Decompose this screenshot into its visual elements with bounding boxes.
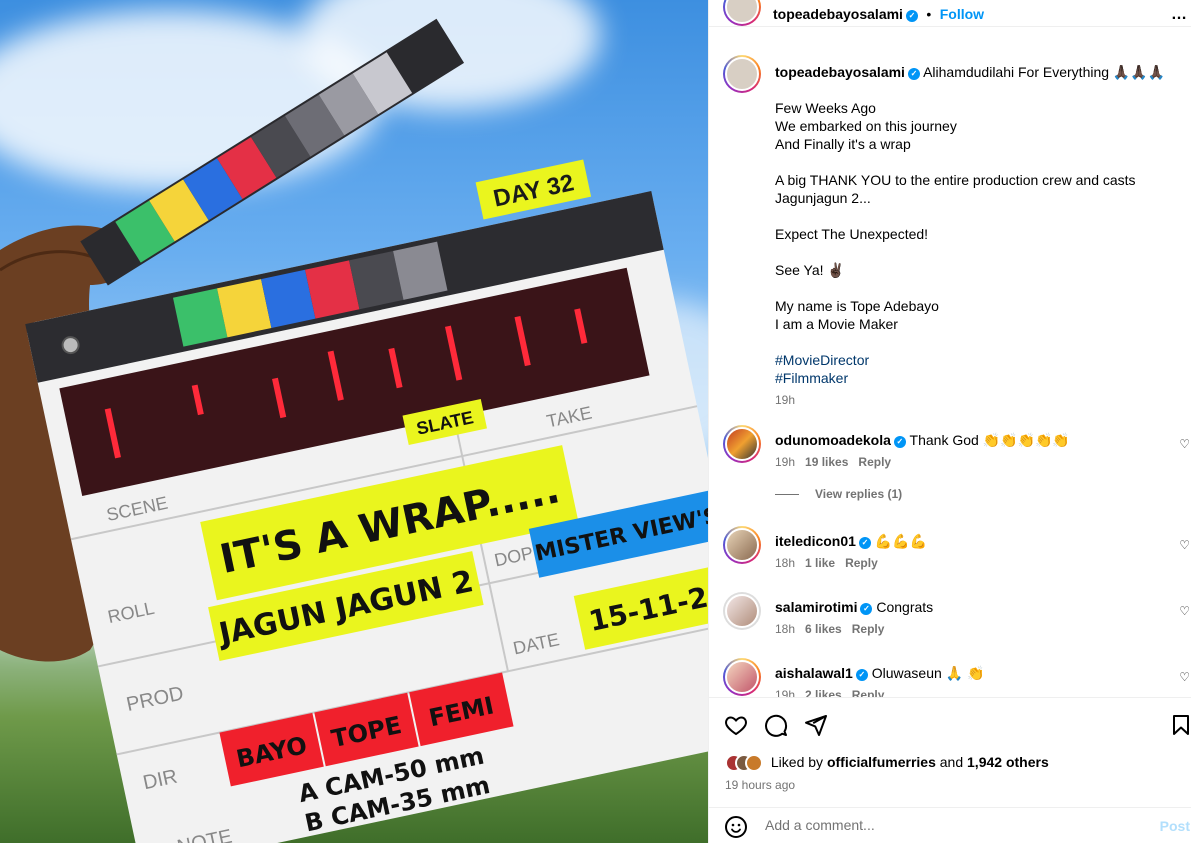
comment-like-heart-icon[interactable]: ♡: [1179, 437, 1190, 451]
hashtag-link[interactable]: #Filmmaker: [775, 369, 1185, 387]
reply-button[interactable]: Reply: [852, 688, 885, 697]
verified-badge-icon: ✓: [860, 603, 873, 615]
follow-button[interactable]: Follow: [940, 6, 984, 22]
comment-likes[interactable]: 6 likes: [805, 622, 842, 636]
share-send-icon[interactable]: [803, 712, 829, 738]
comment-avatar[interactable]: [723, 526, 761, 564]
verified-badge-icon: ✓: [893, 436, 906, 448]
comment-avatar[interactable]: [723, 425, 761, 463]
comment-like-heart-icon[interactable]: ♡: [1179, 604, 1190, 618]
comment-time: 18h: [775, 622, 796, 636]
view-replies-label: View replies (1): [815, 487, 903, 501]
caption-line: Jagunjagun 2...: [775, 190, 871, 206]
hashtag-link[interactable]: #MovieDirector: [775, 351, 1185, 369]
comment-text: Congrats: [876, 599, 934, 615]
liker-avatar: [745, 754, 763, 773]
comment-time: 18h: [775, 556, 796, 570]
comment-bubble-icon[interactable]: [763, 712, 789, 738]
comment-text: 💪💪💪: [874, 533, 928, 549]
comment-text: Oluwaseun 🙏 👏: [871, 665, 985, 681]
caption-time: 19h: [775, 393, 796, 407]
comment-like-heart-icon[interactable]: ♡: [1179, 538, 1190, 552]
posted-time: 19 hours ago: [725, 778, 796, 792]
comment-avatar[interactable]: [723, 658, 761, 696]
comment-avatar[interactable]: [723, 592, 761, 630]
verified-badge-icon: ✓: [907, 68, 920, 80]
clapperboard-illustration: DAY 32 SCENE SLATE TAKE ROLL PROD DIR NO…: [0, 18, 708, 843]
post-comment-button[interactable]: Post: [1160, 818, 1190, 834]
comment-text: Thank God 👏👏👏👏👏: [909, 432, 1070, 448]
comment-username[interactable]: salamirotimi: [775, 599, 857, 615]
caption-line: My name is Tope Adebayo: [775, 298, 939, 314]
comment-time: 19h: [775, 688, 796, 697]
author-username[interactable]: topeadebayosalami: [773, 6, 903, 22]
likes-count[interactable]: 1,942 others: [967, 754, 1049, 770]
comments-section[interactable]: topeadebayosalami ✓ Alihamdudilahi For Ev…: [709, 45, 1191, 697]
view-replies-button[interactable]: View replies (1): [775, 487, 1175, 501]
caption-line: I am a Movie Maker: [775, 316, 898, 332]
emoji-smiley-icon[interactable]: [723, 814, 749, 840]
likes-prefix: Liked by: [770, 754, 827, 770]
verified-badge-icon: ✓: [858, 537, 871, 549]
verified-badge-icon: ✓: [905, 10, 918, 22]
more-options-icon[interactable]: …: [1171, 6, 1188, 24]
caption-line: See Ya! ✌🏿: [775, 262, 845, 278]
post-photo: DAY 32 SCENE SLATE TAKE ROLL PROD DIR NO…: [0, 0, 708, 843]
post-actions: Liked by officialfumerries and 1,942 oth…: [709, 697, 1191, 807]
like-heart-icon[interactable]: [723, 712, 749, 738]
comment-username[interactable]: iteledicon01: [775, 533, 856, 549]
caption-avatar[interactable]: [723, 55, 761, 93]
add-comment-bar: Post: [709, 807, 1191, 843]
caption-line: A big THANK YOU to the entire production…: [775, 172, 1136, 188]
likes-middle: and: [935, 754, 968, 770]
bookmark-save-icon[interactable]: [1168, 712, 1191, 738]
caption-line: Few Weeks Ago: [775, 100, 876, 116]
view-replies-dash: [775, 494, 799, 496]
verified-badge-icon: ✓: [855, 669, 868, 681]
comment-like-heart-icon[interactable]: ♡: [1179, 670, 1190, 684]
comment-input[interactable]: [765, 817, 1145, 833]
comment-likes[interactable]: 1 like: [805, 556, 835, 570]
comment-likes[interactable]: 2 likes: [805, 688, 842, 697]
post-side-panel: topeadebayosalami ✓ • Follow … topeadebay…: [708, 0, 1191, 843]
author-avatar[interactable]: [723, 0, 761, 26]
caption-line: Expect The Unexpected!: [775, 226, 929, 242]
comment-username[interactable]: odunomoadekola: [775, 432, 891, 448]
caption-username[interactable]: topeadebayosalami: [775, 64, 905, 80]
comment-time: 19h: [775, 455, 796, 469]
likes-summary: Liked by officialfumerries and 1,942 oth…: [725, 754, 1049, 773]
separator-dot: •: [926, 6, 932, 22]
reply-button[interactable]: Reply: [852, 622, 885, 636]
comment-username[interactable]: aishalawal1: [775, 665, 853, 681]
liked-by-user[interactable]: officialfumerries: [827, 754, 936, 770]
reply-button[interactable]: Reply: [845, 556, 878, 570]
caption-first-line: Alihamdudilahi For Everything 🙏🏿🙏🏿🙏🏿: [923, 64, 1166, 80]
comment-likes[interactable]: 19 likes: [805, 455, 848, 469]
caption-line: We embarked on this journey: [775, 118, 957, 134]
post-header: topeadebayosalami ✓ • Follow …: [709, 0, 1191, 27]
caption-line: And Finally it's a wrap: [775, 136, 911, 152]
reply-button[interactable]: Reply: [858, 455, 891, 469]
